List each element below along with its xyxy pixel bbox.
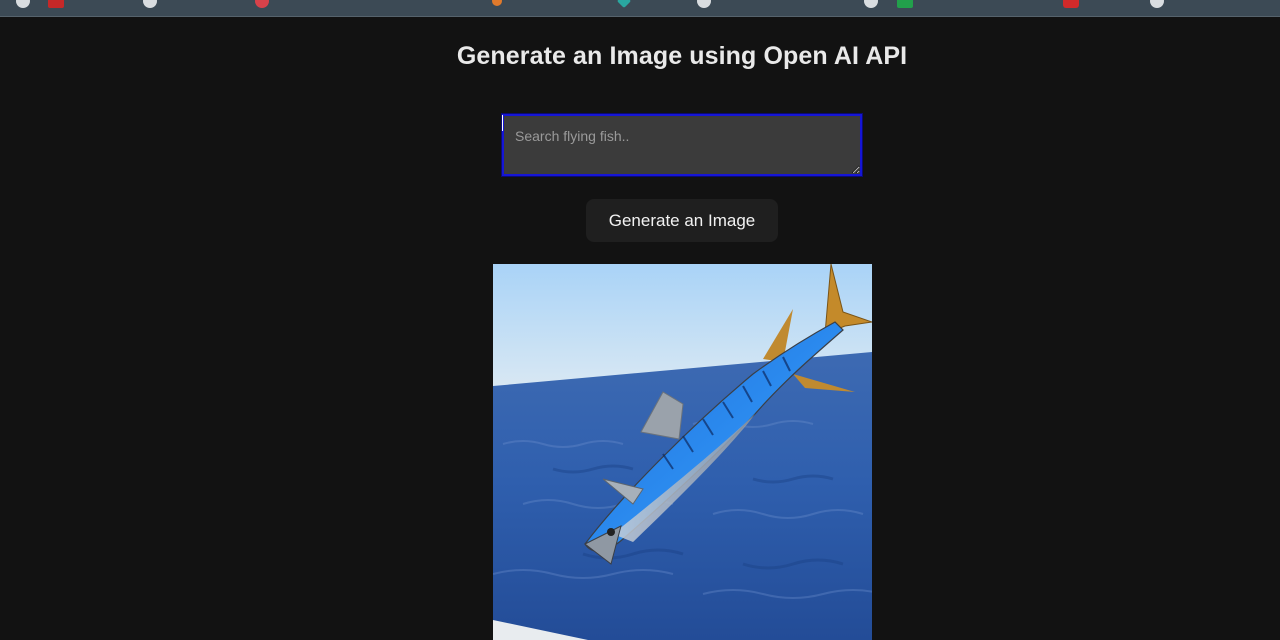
- bookmark-favicon-icon[interactable]: [616, 0, 632, 9]
- text-caret: [502, 115, 503, 131]
- prompt-container: [501, 113, 863, 177]
- bookmark-favicon-icon[interactable]: [897, 0, 913, 8]
- bookmark-favicon-icon[interactable]: [1063, 0, 1079, 8]
- generate-image-button[interactable]: Generate an Image: [586, 199, 778, 242]
- flying-fish-picture: [493, 264, 872, 640]
- bookmark-favicon-icon[interactable]: [48, 0, 64, 8]
- bookmarks-bar: [0, 0, 1280, 17]
- bookmark-favicon-icon[interactable]: [864, 0, 878, 8]
- bookmark-favicon-icon[interactable]: [143, 0, 157, 8]
- bookmark-favicon-icon[interactable]: [697, 0, 711, 8]
- bookmark-favicon-icon[interactable]: [492, 0, 502, 6]
- bookmark-favicon-icon[interactable]: [1150, 0, 1164, 8]
- bookmark-favicon-icon[interactable]: [255, 0, 269, 8]
- generated-image: [493, 264, 872, 640]
- prompt-input[interactable]: [501, 113, 863, 177]
- bookmark-favicon-icon[interactable]: [16, 0, 30, 8]
- page-title: Generate an Image using Open AI API: [456, 42, 908, 70]
